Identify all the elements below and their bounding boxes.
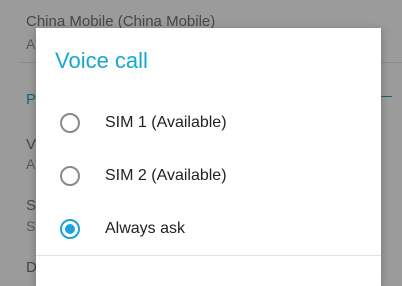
setting-row-title-partial: V: [26, 136, 37, 153]
setting-row-sub-partial: S: [26, 218, 36, 234]
option-sim-2[interactable]: SIM 2 (Available): [36, 149, 381, 202]
radio-button-icon[interactable]: [60, 165, 80, 186]
setting-row-sub-partial: A: [26, 156, 36, 172]
setting-row-title-partial: S: [26, 197, 37, 214]
radio-button-icon[interactable]: [60, 112, 80, 133]
dialog-title: Voice call: [55, 48, 148, 73]
option-label: Always ask: [105, 219, 186, 237]
option-sim-1[interactable]: SIM 1 (Available): [36, 96, 381, 149]
sim-option-list: SIM 1 (Available) SIM 2 (Available) Alwa…: [36, 96, 381, 255]
dialog-divider: [36, 255, 381, 256]
option-label: SIM 2 (Available): [105, 166, 227, 184]
option-label: SIM 1 (Available): [105, 113, 227, 131]
voice-call-dialog: Voice call SIM 1 (Available) SIM 2 (Avai…: [36, 28, 381, 286]
radio-button-selected-icon[interactable]: [60, 218, 80, 239]
section-header-partial: P: [26, 91, 37, 108]
section-accent-line: [380, 96, 392, 97]
option-always-ask[interactable]: Always ask: [36, 202, 381, 255]
